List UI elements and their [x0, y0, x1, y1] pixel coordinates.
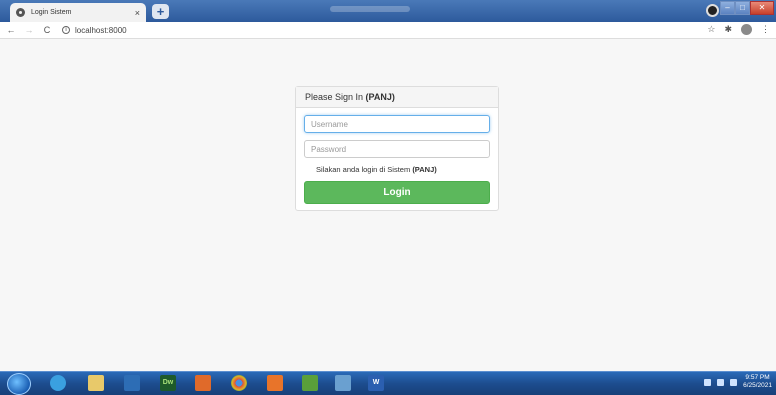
browser-titlebar: Login Sistem × + – □ ✕	[0, 0, 776, 22]
window-title	[330, 6, 410, 12]
hint-bold: (PANJ)	[412, 165, 437, 174]
panel-body: Silakan anda login di Sistem (PANJ) Logi…	[296, 108, 498, 211]
extension-icon[interactable]: ✱	[724, 24, 732, 35]
page-content: Please Sign In (PANJ) Silakan anda login…	[0, 40, 776, 371]
forward-icon[interactable]: →	[22, 25, 36, 35]
maximize-button[interactable]: □	[735, 1, 750, 15]
url-text[interactable]: localhost:8000	[75, 26, 127, 35]
password-input[interactable]	[304, 140, 490, 158]
system-tray: 9:57 PM 6/25/2021	[704, 374, 772, 390]
chrome-icon[interactable]	[231, 375, 247, 391]
panel-heading: Please Sign In (PANJ)	[296, 87, 498, 108]
info-icon[interactable]: i	[62, 26, 70, 34]
word-icon[interactable]: W	[368, 375, 384, 391]
toolbar-icons: ☆ ✱ ⋮	[707, 24, 770, 35]
clock[interactable]: 9:57 PM 6/25/2021	[743, 374, 772, 390]
heading-text: Please Sign In	[305, 92, 366, 102]
flag-icon[interactable]	[704, 378, 712, 386]
globe-icon	[16, 8, 25, 17]
snipping-tool-icon[interactable]	[335, 375, 351, 391]
app-icon[interactable]	[302, 375, 318, 391]
sublime-icon[interactable]	[267, 375, 283, 391]
tab-close-icon[interactable]: ×	[135, 8, 140, 18]
close-window-button[interactable]: ✕	[750, 1, 774, 15]
menu-icon[interactable]: ⋮	[761, 24, 770, 35]
minimize-button[interactable]: –	[720, 1, 735, 15]
volume-icon[interactable]	[717, 378, 725, 386]
new-tab-button[interactable]: +	[152, 4, 169, 19]
clock-date: 6/25/2021	[743, 382, 772, 389]
media-player-icon[interactable]	[124, 375, 140, 391]
heading-bold: (PANJ)	[365, 92, 395, 102]
browser-tab[interactable]: Login Sistem ×	[10, 3, 146, 22]
avatar[interactable]	[741, 24, 752, 35]
explorer-folder-icon[interactable]	[88, 375, 104, 391]
reload-icon[interactable]: C	[40, 25, 54, 35]
network-icon[interactable]	[730, 378, 738, 386]
login-panel: Please Sign In (PANJ) Silakan anda login…	[295, 86, 499, 211]
taskbar: Dw W 9:57 PM 6/25/2021	[0, 371, 776, 395]
url-field[interactable]: i localhost:8000	[62, 26, 127, 35]
login-button[interactable]: Login	[304, 181, 490, 204]
dreamweaver-icon[interactable]: Dw	[160, 375, 176, 391]
start-button[interactable]	[7, 373, 31, 395]
xampp-icon[interactable]	[195, 375, 211, 391]
username-input[interactable]	[304, 115, 490, 133]
window-controls: – □ ✕	[720, 1, 774, 15]
tab-title: Login Sistem	[31, 9, 72, 16]
profile-icon[interactable]	[706, 4, 719, 17]
clock-time: 9:57 PM	[745, 374, 770, 381]
ie-icon[interactable]	[50, 375, 66, 391]
login-hint: Silakan anda login di Sistem (PANJ)	[316, 165, 490, 174]
hint-text: Silakan anda login di Sistem	[316, 165, 413, 174]
bookmark-star-icon[interactable]: ☆	[707, 24, 715, 35]
back-icon[interactable]: ←	[4, 25, 18, 35]
address-bar: ← → C i localhost:8000 ☆ ✱ ⋮	[0, 22, 776, 39]
